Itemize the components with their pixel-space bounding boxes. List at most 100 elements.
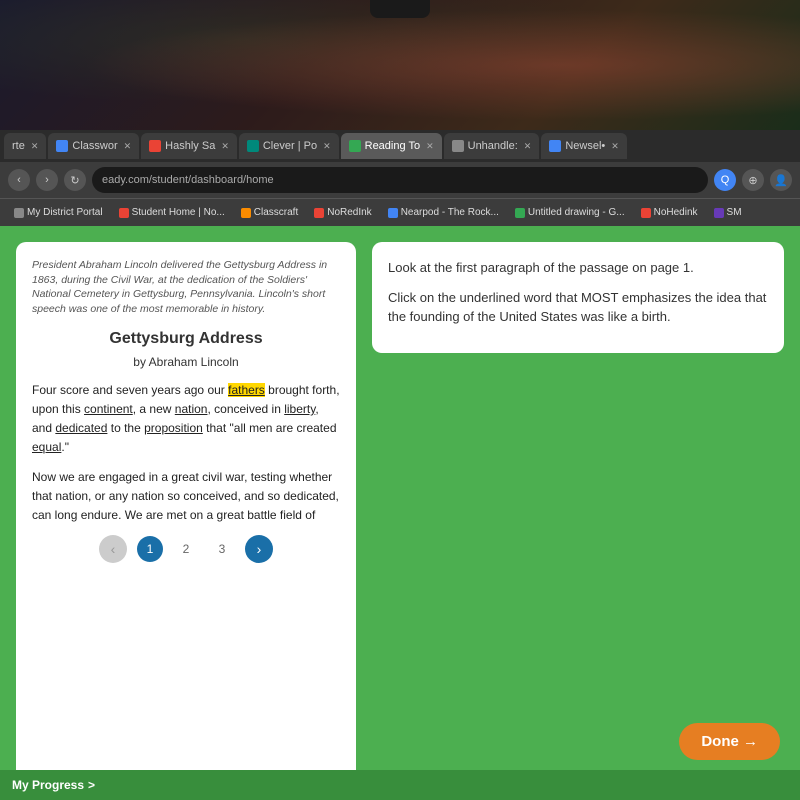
text-conceived: , conceived in xyxy=(207,402,284,416)
tab-label: Unhandle: xyxy=(468,140,518,152)
bookmark-nohedink[interactable]: NoHedink xyxy=(635,205,704,220)
passage-author: by Abraham Linco​ln xyxy=(32,353,340,371)
bookmark-nearpod[interactable]: Nearpod - The Rock... xyxy=(382,205,505,220)
bookmark-sm[interactable]: SM xyxy=(708,205,748,220)
text-that-all: that "all men are created xyxy=(203,421,337,435)
browser-tab-classwork[interactable]: Classwor ✕ xyxy=(48,133,139,159)
tab-close-icon[interactable]: ✕ xyxy=(611,141,619,152)
done-button[interactable]: Done → xyxy=(679,723,780,760)
tab-label: rte xyxy=(12,140,25,152)
question-text: Click on the underlined word that MOST e… xyxy=(388,288,768,327)
bookmark-classcraft[interactable]: Classcraft xyxy=(235,205,304,220)
tab-favicon xyxy=(247,140,259,152)
text-a-new: , a new xyxy=(133,402,175,416)
forward-button[interactable]: › xyxy=(36,169,58,191)
bookmark-favicon xyxy=(515,208,525,218)
top-photo-area xyxy=(0,0,800,130)
browser-tab-rte[interactable]: rte ✕ xyxy=(4,133,46,159)
passage-card: President Abraham Lincoln delivered the … xyxy=(16,242,356,784)
tab-close-icon[interactable]: ✕ xyxy=(221,141,229,152)
tab-label: Reading To xyxy=(365,140,420,152)
bookmark-favicon xyxy=(388,208,398,218)
my-progress-label[interactable]: My Progress > xyxy=(12,778,95,792)
bookmark-label: NoRedInk xyxy=(327,207,371,218)
text-fourscore: Four score and seven years ago xyxy=(32,383,204,397)
question-instruction: Look at the first paragraph of the passa… xyxy=(388,258,768,278)
browser-chrome: rte ✕ Classwor ✕ Hashly Sa ✕ Clever | Po… xyxy=(0,130,800,226)
profile-button[interactable]: 👤 xyxy=(770,169,792,191)
tab-favicon xyxy=(549,140,561,152)
tab-label: Hashly Sa xyxy=(165,140,215,152)
bookmark-favicon xyxy=(314,208,324,218)
main-content: President Abraham Lincoln delivered the … xyxy=(0,226,800,800)
pagination: ‹ 1 2 3 › xyxy=(32,535,340,563)
bookmark-label: Untitled drawing - G... xyxy=(528,207,625,218)
back-button[interactable]: ‹ xyxy=(8,169,30,191)
bookmark-untitled-drawing[interactable]: Untitled drawing - G... xyxy=(509,205,631,220)
bookmark-favicon xyxy=(14,208,24,218)
bookmarks-bar: My District Portal Student Home | No... … xyxy=(0,198,800,226)
browser-tab-reading[interactable]: Reading To ✕ xyxy=(341,133,442,159)
prev-page-button[interactable]: ‹ xyxy=(99,535,127,563)
url-text: eady.com/student/dashboard/home xyxy=(102,174,274,186)
word-equal[interactable]: equal xyxy=(32,440,61,454)
bookmark-label: SM xyxy=(727,207,742,218)
tab-close-icon[interactable]: ✕ xyxy=(124,141,132,152)
address-bar-row: ‹ › ↻ eady.com/student/dashboard/home Q … xyxy=(0,162,800,198)
bookmark-label: NoHedink xyxy=(654,207,698,218)
page-2-button[interactable]: 2 xyxy=(173,536,199,562)
tab-label: Newsel• xyxy=(565,140,605,152)
browser-tab-clever[interactable]: Clever | Po ✕ xyxy=(239,133,339,159)
tab-close-icon[interactable]: ✕ xyxy=(524,141,532,152)
tab-label: Clever | Po xyxy=(263,140,317,152)
browser-tab-hashly[interactable]: Hashly Sa ✕ xyxy=(141,133,237,159)
progress-text: My Progress xyxy=(12,778,84,792)
refresh-button[interactable]: ↻ xyxy=(64,169,86,191)
word-dedicated[interactable]: dedicated xyxy=(55,421,107,435)
progress-arrow-icon: > xyxy=(88,778,95,792)
reading-area: President Abraham Lincoln delivered the … xyxy=(16,242,784,784)
word-fathers[interactable]: fathers xyxy=(228,383,265,397)
bookmark-label: Student Home | No... xyxy=(132,207,225,218)
page-3-button[interactable]: 3 xyxy=(209,536,235,562)
browser-tab-newsel[interactable]: Newsel• ✕ xyxy=(541,133,626,159)
text-to-the: to the xyxy=(107,421,144,435)
word-nation[interactable]: nation xyxy=(175,402,208,416)
bookmark-favicon xyxy=(241,208,251,218)
bookmark-student-home[interactable]: Student Home | No... xyxy=(113,205,231,220)
browser-tab-unhandled[interactable]: Unhandle: ✕ xyxy=(444,133,540,159)
tab-favicon xyxy=(56,140,68,152)
text-our: our xyxy=(204,383,228,397)
next-page-button[interactable]: › xyxy=(245,535,273,563)
bookmark-favicon xyxy=(119,208,129,218)
bookmark-favicon xyxy=(641,208,651,218)
bookmark-label: My District Portal xyxy=(27,207,103,218)
camera-bump xyxy=(370,0,430,18)
word-continent[interactable]: continent xyxy=(84,402,133,416)
tab-favicon xyxy=(149,140,161,152)
tab-close-icon[interactable]: ✕ xyxy=(426,141,434,152)
passage-paragraph-2: Now we are engaged in a great civil war,… xyxy=(32,468,340,526)
tab-favicon xyxy=(452,140,464,152)
bookmark-favicon xyxy=(714,208,724,218)
word-liberty[interactable]: liberty xyxy=(284,402,315,416)
passage-paragraph-1: Four score and seven years ago our fathe… xyxy=(32,381,340,458)
search-icon[interactable]: Q xyxy=(714,169,736,191)
text-end-quote: ." xyxy=(61,440,69,454)
page-1-button[interactable]: 1 xyxy=(137,536,163,562)
tab-close-icon[interactable]: ✕ xyxy=(323,141,331,152)
tab-close-icon[interactable]: ✕ xyxy=(31,141,39,152)
tab-bar: rte ✕ Classwor ✕ Hashly Sa ✕ Clever | Po… xyxy=(0,130,800,162)
passage-title: Gettysburg Address xyxy=(32,327,340,351)
extensions-button[interactable]: ⊕ xyxy=(742,169,764,191)
bookmark-noredink[interactable]: NoRedInk xyxy=(308,205,377,220)
address-bar[interactable]: eady.com/student/dashboard/home xyxy=(92,167,708,193)
tab-favicon xyxy=(349,140,361,152)
bookmark-label: Nearpod - The Rock... xyxy=(401,207,499,218)
passage-intro: President Abraham Lincoln delivered the … xyxy=(32,258,340,317)
word-proposition[interactable]: proposition xyxy=(144,421,203,435)
bookmark-label: Classcraft xyxy=(254,207,298,218)
bookmark-district-portal[interactable]: My District Portal xyxy=(8,205,109,220)
tab-label: Classwor xyxy=(72,140,117,152)
progress-bar: My Progress > xyxy=(0,770,800,800)
